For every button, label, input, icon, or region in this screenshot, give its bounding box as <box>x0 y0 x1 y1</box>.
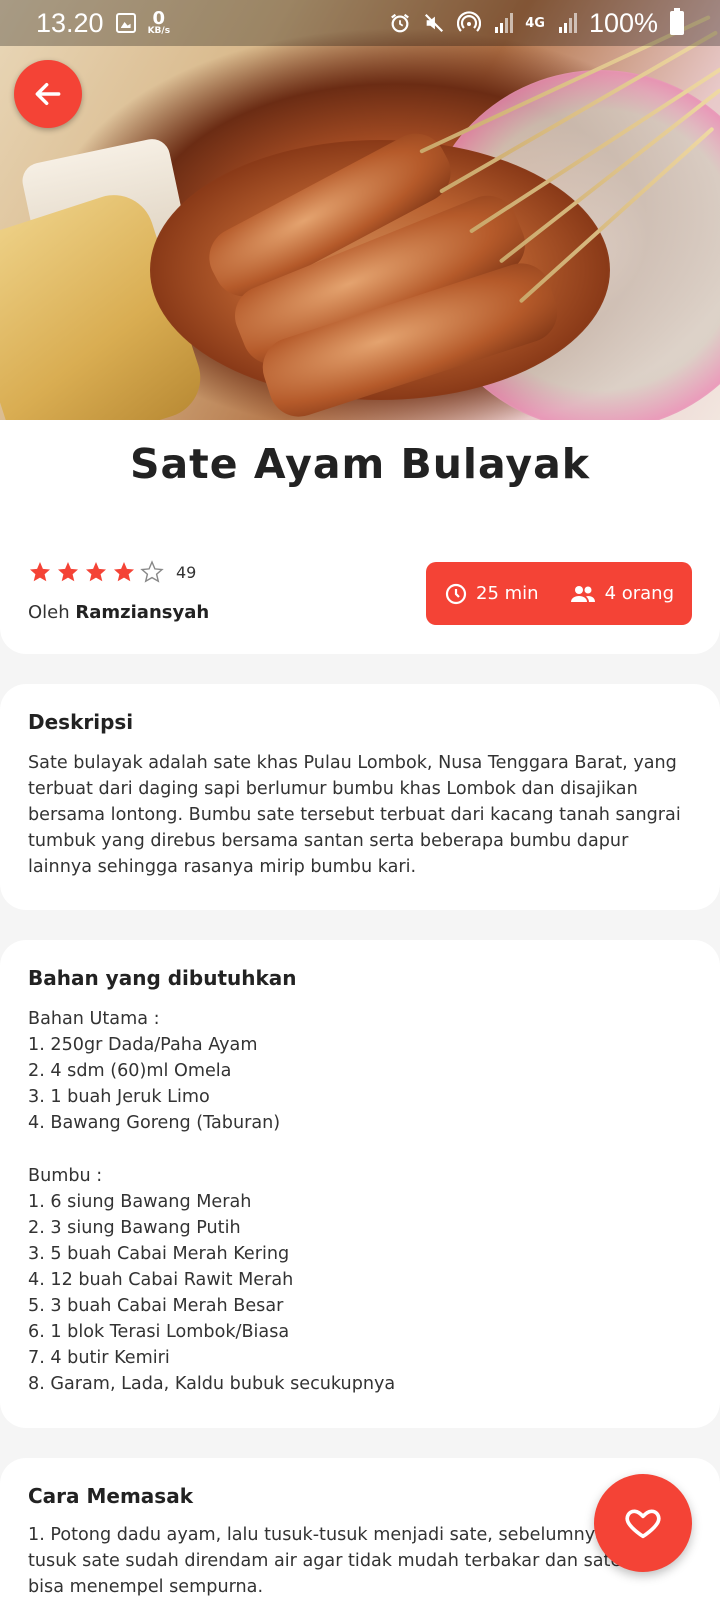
ingredient-line: 3. 5 buah Cabai Merah Kering <box>28 1243 290 1264</box>
author-prefix: Oleh <box>28 602 70 623</box>
ingredient-line: Bahan Utama : <box>28 1009 160 1029</box>
ingredient-line: 3. 1 buah Jeruk Limo <box>28 1087 210 1108</box>
signal-icon <box>495 13 514 33</box>
ingredient-line: 2. 3 siung Bawang Putih <box>28 1217 241 1238</box>
back-button[interactable] <box>14 60 82 128</box>
mute-icon <box>425 13 444 33</box>
gallery-icon <box>115 13 136 33</box>
ingredients-list: Bahan Utama : 1. 250gr Dada/Paha Ayam 2. 4… <box>28 1006 395 1397</box>
arrow-left-icon <box>35 82 61 106</box>
author-name: Ramziansyah <box>75 602 210 623</box>
star-filled-icon <box>86 562 106 582</box>
ingredient-line: 4. Bawang Goreng (Taburan) <box>28 1113 281 1134</box>
heart-icon <box>625 1509 661 1539</box>
status-bar: 13.20 0 KB/s 4G 100% <box>0 0 720 46</box>
star-filled-icon <box>30 562 50 582</box>
star-filled-icon <box>58 562 78 582</box>
description-card: Deskripsi Sate bulayak adalah sate khas … <box>0 684 720 910</box>
battery-icon <box>670 8 684 35</box>
net-speed-value: 0 <box>152 7 166 29</box>
ingredients-card: Bahan yang dibutuhkan Bahan Utama : 1. 25… <box>0 940 720 1428</box>
hotspot-icon <box>457 11 482 32</box>
recipe-author: Oleh Ramziansyah <box>28 602 209 623</box>
ingredient-line: 2. 4 sdm (60)ml Omela <box>28 1061 232 1082</box>
ingredient-line: Bumbu : <box>28 1165 103 1186</box>
ingredient-line: 8. Garam, Lada, Kaldu bubuk secukupnya <box>28 1374 396 1395</box>
people-icon <box>570 585 595 602</box>
rating-stars <box>28 560 164 584</box>
cooking-heading: Cara Memasak <box>28 1484 193 1508</box>
star-filled-icon <box>114 562 134 582</box>
star-empty-icon <box>140 560 164 583</box>
rating-count: 49 <box>176 563 197 582</box>
favorite-button[interactable] <box>594 1474 692 1572</box>
cooking-text: 1. Potong dadu ayam, lalu tusuk-tusuk me… <box>28 1525 622 1597</box>
battery-percent: 100% <box>588 7 658 38</box>
ingredient-line: 5. 3 buah Cabai Merah Besar <box>28 1296 284 1317</box>
cook-time: 25 min <box>476 583 539 604</box>
ingredient-line: 1. 250gr Dada/Paha Ayam <box>28 1035 258 1056</box>
status-time: 13.20 <box>36 7 104 38</box>
net-speed: 0 KB/s <box>147 7 171 37</box>
alarm-icon <box>391 13 410 33</box>
net-speed-unit: KB/s <box>147 26 171 37</box>
ingredient-line: 7. 4 butir Kemiri <box>28 1348 170 1369</box>
ingredient-line: 4. 12 buah Cabai Rawit Merah <box>28 1269 294 1290</box>
recipe-hero-image <box>0 0 720 420</box>
servings: 4 orang <box>604 583 675 604</box>
description-text: Sate bulayak adalah sate khas Pulau Lomb… <box>28 753 681 877</box>
ingredient-line: 1. 6 siung Bawang Merah <box>28 1191 252 1212</box>
recipe-title: Sate Ayam Bulayak <box>129 440 591 488</box>
signal-icon <box>558 13 577 33</box>
clock-icon <box>445 583 467 604</box>
ingredients-heading: Bahan yang dibutuhkan <box>28 966 297 990</box>
ingredient-line <box>28 1136 395 1162</box>
description-heading: Deskripsi <box>28 710 134 734</box>
recipe-info-pill: 25 min 4 orang <box>426 562 692 625</box>
network-type: 4G <box>525 15 545 31</box>
ingredient-line: 6. 1 blok Terasi Lombok/Biasa <box>28 1322 290 1343</box>
